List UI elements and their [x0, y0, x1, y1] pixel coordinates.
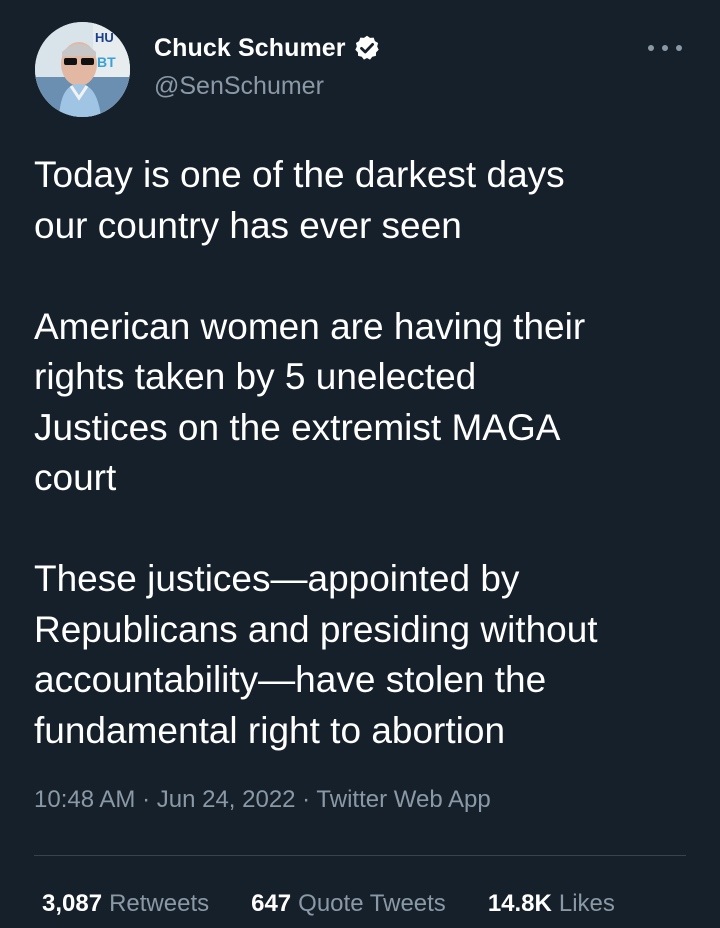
retweets-stat[interactable]: 3,087 Retweets	[42, 890, 209, 918]
author-display-name[interactable]: Chuck Schumer	[154, 34, 346, 63]
retweets-count: 3,087	[42, 890, 103, 917]
quote-tweets-stat[interactable]: 647 Quote Tweets	[251, 890, 446, 918]
quote-tweets-count: 647	[251, 890, 292, 917]
author-handle[interactable]: @SenSchumer	[154, 72, 324, 101]
svg-text:BT: BT	[97, 54, 116, 70]
tweet-paragraph: These justices—appointed by Republicans …	[34, 558, 598, 751]
divider	[34, 855, 686, 856]
tweet-paragraph: American women are having their rights t…	[34, 305, 586, 499]
more-dot	[648, 45, 654, 51]
more-dot	[662, 45, 668, 51]
tweet-paragraph: Today is one of the darkest days our cou…	[34, 154, 565, 246]
likes-stat[interactable]: 14.8K Likes	[488, 890, 615, 918]
retweets-label: Retweets	[109, 890, 210, 917]
author-name-row[interactable]: Chuck Schumer	[154, 32, 381, 64]
tweet-timestamp-source[interactable]: 10:48 AM · Jun 24, 2022 · Twitter Web Ap…	[34, 786, 491, 814]
more-dot	[676, 45, 682, 51]
likes-count: 14.8K	[487, 890, 552, 917]
verified-badge-icon	[354, 35, 379, 60]
svg-text:HU: HU	[95, 30, 114, 45]
avatar[interactable]: HU BT	[35, 22, 130, 117]
more-options-icon[interactable]	[648, 36, 682, 60]
tweet-text: Today is one of the darkest days our cou…	[34, 150, 694, 807]
engagement-stats: 3,087 Retweets 647 Quote Tweets 14.8K Likes	[42, 890, 657, 918]
likes-label: Likes	[558, 890, 615, 917]
quote-tweets-label: Quote Tweets	[298, 890, 446, 917]
